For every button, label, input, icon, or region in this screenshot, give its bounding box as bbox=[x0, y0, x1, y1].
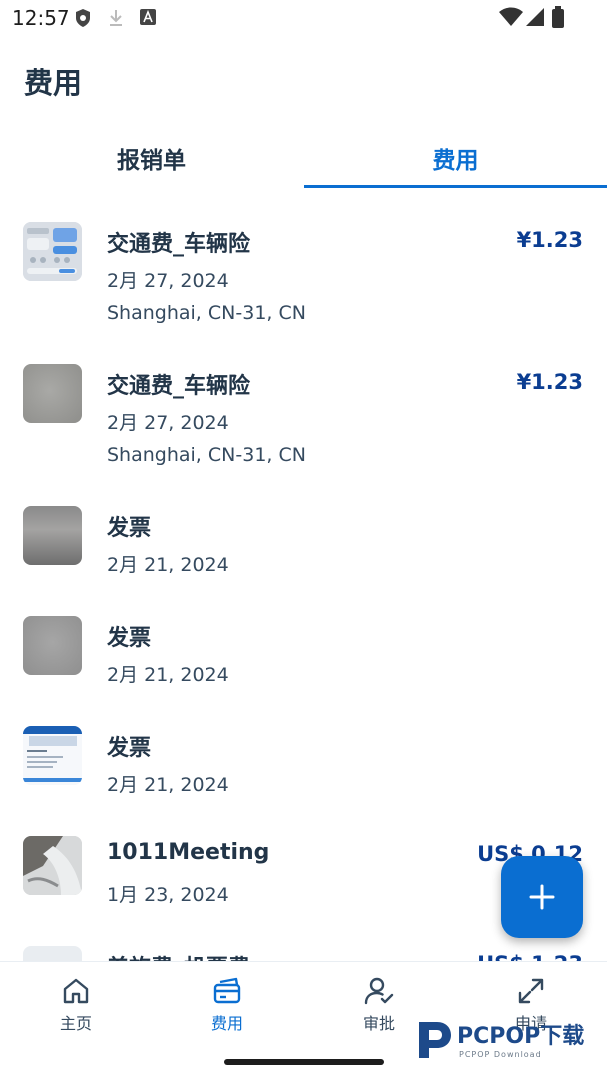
expense-amount: ¥1.23 bbox=[516, 228, 583, 252]
signal-icon bbox=[526, 7, 544, 31]
expense-item[interactable]: 交通费_车辆险 2月 27, 2024 Shanghai, CN-31, CN … bbox=[0, 352, 607, 482]
expense-title: 1011Meeting bbox=[107, 840, 270, 865]
home-icon bbox=[63, 978, 89, 1004]
receipt-thumbnail bbox=[23, 946, 82, 961]
tab-expenses[interactable]: 费用 bbox=[304, 128, 607, 188]
expense-amount: ¥1.23 bbox=[516, 370, 583, 394]
shield-icon bbox=[74, 8, 92, 32]
plus-icon bbox=[529, 884, 555, 910]
status-bar: 12:57 bbox=[0, 0, 607, 36]
receipt-thumbnail bbox=[23, 506, 82, 565]
user-check-icon bbox=[364, 977, 394, 1005]
watermark: PCPOP下载 PCPOP Download bbox=[413, 1016, 603, 1064]
page-title: 费用 bbox=[24, 66, 83, 100]
expense-title: 交通费_车辆险 bbox=[107, 232, 251, 257]
tab-selected-indicator bbox=[304, 185, 607, 188]
download-icon bbox=[108, 8, 124, 32]
font-icon bbox=[140, 8, 156, 30]
wifi-icon bbox=[499, 7, 523, 31]
expense-title: 交通费_车辆险 bbox=[107, 374, 251, 399]
expense-item[interactable]: 差旅费_机票费 US$ 1.23 bbox=[0, 934, 607, 961]
expense-title: 发票 bbox=[107, 626, 152, 651]
add-expense-button[interactable] bbox=[501, 856, 583, 938]
expense-location: Shanghai, CN-31, CN bbox=[107, 444, 306, 466]
watermark-text: PCPOP下载 bbox=[457, 1024, 585, 1049]
expense-title: 差旅费_机票费 bbox=[107, 950, 250, 961]
expense-title: 发票 bbox=[107, 516, 152, 541]
watermark-subtext: PCPOP Download bbox=[459, 1050, 542, 1059]
expense-date: 2月 21, 2024 bbox=[107, 664, 229, 686]
expense-item[interactable]: 交通费_车辆险 2月 27, 2024 Shanghai, CN-31, CN … bbox=[0, 210, 607, 340]
battery-icon bbox=[552, 6, 564, 32]
expense-title: 发票 bbox=[107, 736, 152, 761]
expense-item[interactable]: 发票 2月 21, 2024 bbox=[0, 494, 607, 590]
expense-date: 2月 27, 2024 bbox=[107, 412, 229, 434]
request-arrows-icon bbox=[518, 978, 544, 1004]
expense-card-icon bbox=[213, 977, 241, 1004]
expense-list: 交通费_车辆险 2月 27, 2024 Shanghai, CN-31, CN … bbox=[0, 190, 607, 961]
expense-date: 2月 21, 2024 bbox=[107, 554, 229, 576]
nav-expenses-label: 费用 bbox=[210, 1014, 243, 1033]
expense-date: 2月 21, 2024 bbox=[107, 774, 229, 796]
expense-amount: US$ 1.23 bbox=[477, 952, 583, 961]
expense-item[interactable]: 发票 2月 21, 2024 bbox=[0, 714, 607, 810]
receipt-thumbnail bbox=[23, 836, 82, 895]
home-indicator[interactable] bbox=[224, 1059, 384, 1065]
tab-bar: 报销单 费用 bbox=[0, 128, 607, 190]
expense-date: 2月 27, 2024 bbox=[107, 270, 229, 292]
tab-reports[interactable]: 报销单 bbox=[0, 128, 303, 188]
nav-home[interactable]: 主页 bbox=[26, 976, 126, 1042]
watermark-logo-icon bbox=[419, 1022, 451, 1058]
nav-home-label: 主页 bbox=[59, 1014, 92, 1033]
expense-date: 1月 23, 2024 bbox=[107, 884, 229, 906]
status-time: 12:57 bbox=[12, 6, 70, 30]
expense-location: Shanghai, CN-31, CN bbox=[107, 302, 306, 324]
receipt-thumbnail bbox=[23, 222, 82, 281]
nav-expenses[interactable]: 费用 bbox=[177, 976, 277, 1042]
receipt-thumbnail bbox=[23, 364, 82, 423]
receipt-thumbnail bbox=[23, 616, 82, 675]
expense-item[interactable]: 发票 2月 21, 2024 bbox=[0, 604, 607, 700]
receipt-thumbnail bbox=[23, 726, 82, 785]
